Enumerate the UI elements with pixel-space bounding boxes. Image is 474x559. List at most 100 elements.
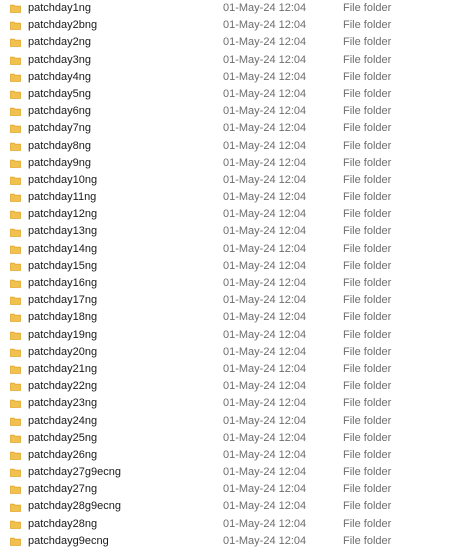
- file-row[interactable]: patchday9ng 01-May-24 12:04 File folder: [0, 155, 474, 172]
- file-type: File folder: [343, 414, 392, 427]
- file-name: patchday9ng: [28, 156, 91, 169]
- file-type: File folder: [343, 397, 392, 410]
- folder-icon: [10, 4, 21, 13]
- file-type: File folder: [343, 208, 392, 221]
- file-name: patchday5ng: [28, 87, 91, 100]
- file-type: File folder: [343, 466, 392, 479]
- file-type: File folder: [343, 328, 392, 341]
- file-row[interactable]: patchday25ng 01-May-24 12:04 File folder: [0, 430, 474, 447]
- file-row[interactable]: patchday10ng 01-May-24 12:04 File folder: [0, 172, 474, 189]
- file-name: patchday19ng: [28, 328, 98, 341]
- date-modified: 01-May-24 12:04: [223, 208, 307, 221]
- file-row[interactable]: patchday12ng 01-May-24 12:04 File folder: [0, 206, 474, 223]
- file-row[interactable]: patchday20ng 01-May-24 12:04 File folder: [0, 344, 474, 361]
- folder-icon: [10, 90, 21, 99]
- file-row[interactable]: patchday27ng 01-May-24 12:04 File folder: [0, 481, 474, 498]
- file-row[interactable]: patchday4ng 01-May-24 12:04 File folder: [0, 69, 474, 86]
- file-type: File folder: [343, 448, 392, 461]
- file-type: File folder: [343, 362, 392, 375]
- file-row[interactable]: patchday19ng 01-May-24 12:04 File folder: [0, 327, 474, 344]
- folder-icon: [10, 451, 21, 460]
- file-row[interactable]: patchday27g9ecng 01-May-24 12:04 File fold…: [0, 464, 474, 481]
- file-row[interactable]: patchday17ng 01-May-24 12:04 File folder: [0, 292, 474, 309]
- date-modified: 01-May-24 12:04: [223, 311, 307, 324]
- file-name: patchday18ng: [28, 311, 98, 324]
- file-row[interactable]: patchday16ng 01-May-24 12:04 File folder: [0, 275, 474, 292]
- folder-icon: [10, 245, 21, 254]
- date-modified: 01-May-24 12:04: [223, 483, 307, 496]
- file-name: patchday13ng: [28, 225, 98, 238]
- folder-icon: [10, 176, 21, 185]
- file-type: File folder: [343, 173, 392, 186]
- folder-icon: [10, 382, 21, 392]
- file-name: patchday14ng: [28, 242, 98, 255]
- file-row[interactable]: patchday26ng 01-May-24 12:04 File folder: [0, 447, 474, 464]
- file-row[interactable]: patchday28g9ecng 01-May-24 12:04 File fold…: [0, 498, 474, 515]
- file-name: patchday7ng: [28, 122, 91, 135]
- file-row[interactable]: patchday21ng 01-May-24 12:04 File folder: [0, 361, 474, 378]
- date-modified: 01-May-24 12:04: [223, 173, 307, 186]
- folder-icon: [10, 348, 21, 357]
- file-type: File folder: [343, 19, 392, 32]
- file-name: patchday23ng: [28, 397, 98, 410]
- date-modified: 01-May-24 12:04: [223, 122, 307, 135]
- folder-icon: [10, 279, 21, 288]
- file-type: File folder: [343, 311, 392, 324]
- file-type: File folder: [343, 517, 392, 530]
- file-row[interactable]: patchday15ng 01-May-24 12:04 File folder: [0, 258, 474, 275]
- file-type: File folder: [343, 380, 392, 393]
- file-name: patchday24ng: [28, 414, 98, 427]
- date-modified: 01-May-24 12:04: [223, 139, 307, 152]
- file-name: patchday11ng: [28, 191, 97, 204]
- file-type: File folder: [343, 53, 392, 66]
- folder-icon: [10, 38, 21, 48]
- date-modified: 01-May-24 12:04: [223, 448, 307, 461]
- folder-icon: [10, 56, 21, 65]
- file-name: patchday22ng: [28, 380, 98, 393]
- file-row[interactable]: patchday23ng 01-May-24 12:04 File folder: [0, 395, 474, 412]
- file-name: patchday3ng: [28, 53, 91, 66]
- folder-icon: [10, 21, 21, 31]
- file-name: patchday4ng: [28, 70, 91, 83]
- date-modified: 01-May-24 12:04: [223, 294, 307, 307]
- file-name: patchday21ng: [28, 362, 98, 375]
- file-type: File folder: [343, 87, 392, 100]
- file-name: patchday10ng: [28, 173, 98, 186]
- file-row[interactable]: patchday2bng 01-May-24 12:04 File folder: [0, 17, 474, 34]
- date-modified: 01-May-24 12:04: [223, 156, 307, 169]
- folder-icon: [10, 417, 21, 426]
- folder-icon: [10, 399, 21, 409]
- file-row[interactable]: patchday24ng 01-May-24 12:04 File folder: [0, 413, 474, 430]
- file-name: patchday28g9ecng: [28, 500, 121, 513]
- file-row[interactable]: patchday1ng 01-May-24 12:04 File folder: [0, 0, 474, 17]
- file-type: File folder: [343, 345, 392, 358]
- file-row[interactable]: patchday22ng 01-May-24 12:04 File folder: [0, 378, 474, 395]
- date-modified: 01-May-24 12:04: [223, 362, 307, 375]
- date-modified: 01-May-24 12:04: [223, 105, 307, 118]
- file-row[interactable]: patchday28ng 01-May-24 12:04 File folder: [0, 516, 474, 533]
- file-row[interactable]: patchday8ng 01-May-24 12:04 File folder: [0, 138, 474, 155]
- file-row[interactable]: patchday11ng 01-May-24 12:04 File folder: [0, 189, 474, 206]
- file-name: patchday25ng: [28, 431, 98, 444]
- date-modified: 01-May-24 12:04: [223, 345, 307, 358]
- file-row[interactable]: patchday3ng 01-May-24 12:04 File folder: [0, 52, 474, 69]
- file-row[interactable]: patchday13ng 01-May-24 12:04 File folder: [0, 223, 474, 240]
- date-modified: 01-May-24 12:04: [223, 466, 307, 479]
- file-row[interactable]: patchday7ng 01-May-24 12:04 File folder: [0, 120, 474, 137]
- file-row[interactable]: patchday6ng 01-May-24 12:04 File folder: [0, 103, 474, 120]
- file-type: File folder: [343, 277, 392, 289]
- date-modified: 01-May-24 12:04: [223, 277, 307, 289]
- file-row[interactable]: patchday5ng 01-May-24 12:04 File folder: [0, 86, 474, 103]
- file-row[interactable]: patchday2ng 01-May-24 12:04 File folder: [0, 34, 474, 51]
- file-row[interactable]: patchdayg9ecng 01-May-24 12:04 File folder: [0, 533, 474, 550]
- file-name: patchday27ng: [28, 483, 98, 496]
- file-row[interactable]: patchday14ng 01-May-24 12:04 File folder: [0, 241, 474, 258]
- folder-icon: [10, 124, 21, 134]
- file-name: patchday26ng: [28, 448, 98, 461]
- file-name: patchday1ng: [28, 2, 91, 14]
- file-type: File folder: [343, 500, 392, 513]
- file-row[interactable]: patchday18ng 01-May-24 12:04 File folder: [0, 309, 474, 326]
- file-type: File folder: [343, 294, 392, 307]
- file-type: File folder: [343, 242, 392, 255]
- date-modified: 01-May-24 12:04: [223, 191, 307, 204]
